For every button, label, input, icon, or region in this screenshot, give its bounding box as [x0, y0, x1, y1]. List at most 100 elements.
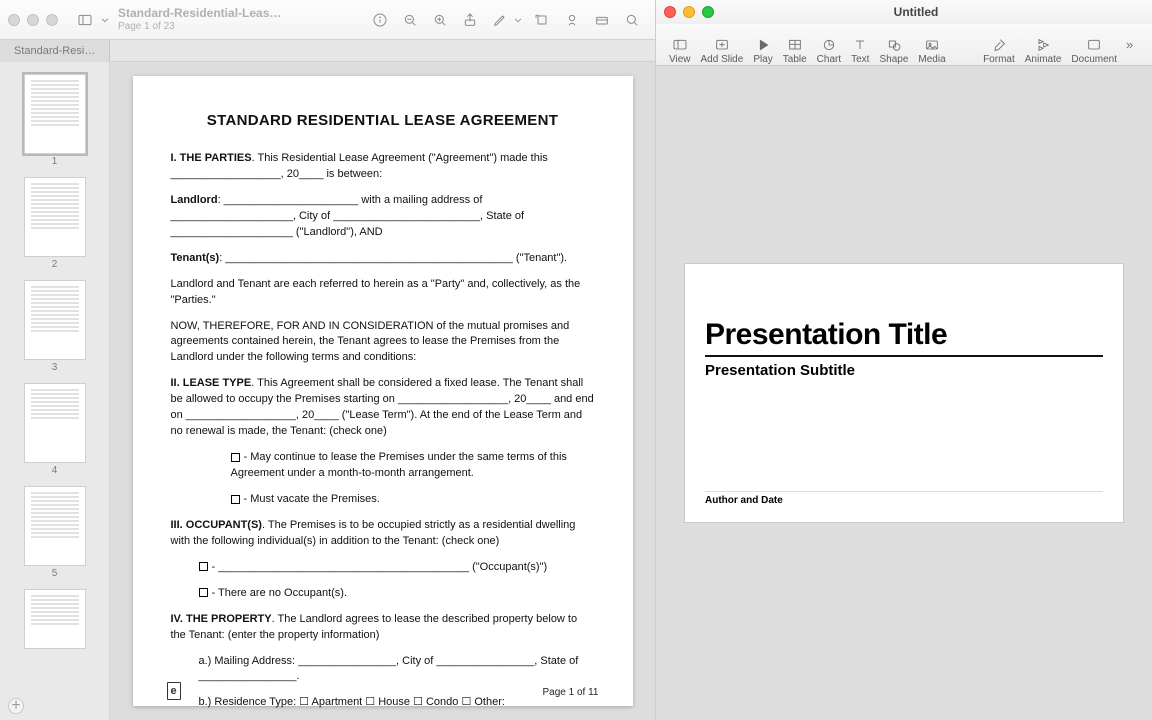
play-icon: [754, 37, 772, 53]
thumbnail-3[interactable]: [24, 280, 86, 360]
chart-icon: [820, 37, 838, 53]
author-date[interactable]: Author and Date: [705, 491, 1103, 506]
info-button[interactable]: [367, 7, 393, 33]
highlighter-icon: [564, 12, 580, 28]
zoom-out-icon: [402, 12, 418, 28]
text-icon: [851, 37, 869, 53]
checkbox-icon: [199, 562, 208, 571]
close-dot[interactable]: [8, 14, 20, 26]
prop-a: a.) Mailing Address: ________________, C…: [199, 654, 595, 686]
add-slide-button[interactable]: Add Slide: [701, 25, 744, 65]
thumb-num: 3: [0, 362, 109, 373]
media-button[interactable]: Media: [918, 25, 945, 65]
now-para: NOW, THEREFORE, FOR AND IN CONSIDERATION…: [171, 319, 595, 367]
minimize-dot[interactable]: [27, 14, 39, 26]
text-button[interactable]: Text: [851, 25, 869, 65]
minimize-dot[interactable]: [683, 6, 695, 18]
sidebar-icon: [77, 12, 93, 28]
keynote-toolbar: View Add Slide Play Table Chart Text Sha…: [656, 24, 1152, 66]
animate-button[interactable]: Animate: [1025, 25, 1062, 65]
share-icon: [462, 12, 478, 28]
esign-icon: e: [167, 682, 181, 700]
title-box[interactable]: Presentation Title: [705, 318, 1103, 357]
thumb-num: 2: [0, 259, 109, 270]
zoom-dot[interactable]: [702, 6, 714, 18]
section-occupants: III. OCCUPANT(S). The Premises is to be …: [171, 518, 595, 550]
section-parties: I. THE PARTIES. This Residential Lease A…: [171, 151, 595, 183]
plus-icon: [713, 37, 731, 53]
window-controls[interactable]: [664, 6, 714, 18]
thumbnail-1[interactable]: [24, 74, 86, 154]
checkbox-icon: [231, 453, 240, 462]
landlord-line: Landlord: ______________________ with a …: [171, 193, 595, 241]
pdf-tab-bar: Standard-Resi…: [0, 40, 655, 62]
footer-page-number: Page 1 of 11: [543, 687, 599, 698]
thumbnail-2[interactable]: [24, 177, 86, 257]
thumb-num: 5: [0, 568, 109, 579]
sidebar-toggle-button[interactable]: [72, 7, 98, 33]
add-page-button[interactable]: +: [8, 698, 24, 714]
pdf-titlebar: Standard-Residential-Leas… Page 1 of 23: [0, 0, 655, 40]
view-button[interactable]: View: [669, 25, 691, 65]
thumbnail-sidebar[interactable]: 1 2 3 4 5 +: [0, 62, 110, 720]
zoom-out-button[interactable]: [397, 7, 423, 33]
highlight-button[interactable]: [559, 7, 585, 33]
slide[interactable]: Presentation Title Presentation Subtitle…: [685, 264, 1123, 522]
markup-button[interactable]: [487, 7, 513, 33]
section-property: IV. THE PROPERTY. The Landlord agrees to…: [171, 612, 595, 644]
info-icon: [372, 12, 388, 28]
pdf-page-indicator: Page 1 of 23: [118, 21, 365, 32]
thumbnail-6[interactable]: [24, 589, 86, 649]
prop-b: b.) Residence Type: ☐ Apartment ☐ House …: [199, 695, 595, 720]
presentation-subtitle[interactable]: Presentation Subtitle: [705, 362, 1103, 379]
play-button[interactable]: Play: [753, 25, 772, 65]
zoom-in-button[interactable]: [427, 7, 453, 33]
document-button[interactable]: Document: [1071, 25, 1117, 65]
occ-opt1: - ______________________________________…: [199, 560, 595, 576]
thumbnail-4[interactable]: [24, 383, 86, 463]
search-icon: [624, 12, 640, 28]
pencil-icon: [492, 12, 508, 28]
pdf-window-title: Standard-Residential-Leas…: [118, 7, 365, 20]
animate-icon: [1034, 37, 1052, 53]
pdf-viewer-window: Standard-Residential-Leas… Page 1 of 23 …: [0, 0, 656, 720]
lease-opt2: - Must vacate the Premises.: [231, 492, 595, 508]
thumb-num: 4: [0, 465, 109, 476]
shape-icon: [885, 37, 903, 53]
keynote-window: Untitled View Add Slide Play Table Chart…: [656, 0, 1152, 720]
more-button[interactable]: »: [1126, 37, 1144, 52]
thumb-num: 1: [0, 156, 109, 167]
occ-opt2: - There are no Occupant(s).: [199, 586, 595, 602]
keynote-window-title: Untitled: [726, 5, 1106, 19]
pdf-page: STANDARD RESIDENTIAL LEASE AGREEMENT I. …: [133, 76, 633, 706]
keynote-titlebar: Untitled: [656, 0, 1152, 24]
presentation-title[interactable]: Presentation Title: [705, 318, 1103, 352]
chevron-right-icon: »: [1126, 37, 1133, 52]
thumbnail-5[interactable]: [24, 486, 86, 566]
markup-menu-button[interactable]: [511, 7, 525, 33]
signature-icon: [594, 12, 610, 28]
page-pane[interactable]: STANDARD RESIDENTIAL LEASE AGREEMENT I. …: [110, 62, 655, 720]
share-button[interactable]: [457, 7, 483, 33]
slide-canvas[interactable]: Presentation Title Presentation Subtitle…: [656, 66, 1152, 720]
window-controls[interactable]: [8, 14, 58, 26]
chart-button[interactable]: Chart: [817, 25, 841, 65]
zoom-dot[interactable]: [46, 14, 58, 26]
rotate-button[interactable]: [529, 7, 555, 33]
title-block: Standard-Residential-Leas… Page 1 of 23: [118, 7, 365, 31]
sidebar-menu-button[interactable]: [98, 7, 112, 33]
media-icon: [923, 37, 941, 53]
table-icon: [786, 37, 804, 53]
rotate-icon: [534, 12, 550, 28]
shape-button[interactable]: Shape: [879, 25, 908, 65]
search-button[interactable]: [619, 7, 645, 33]
format-button[interactable]: Format: [983, 25, 1015, 65]
form-button[interactable]: [589, 7, 615, 33]
checkbox-icon: [199, 588, 208, 597]
parties-para: Landlord and Tenant are each referred to…: [171, 277, 595, 309]
close-dot[interactable]: [664, 6, 676, 18]
table-button[interactable]: Table: [783, 25, 807, 65]
pdf-tab[interactable]: Standard-Resi…: [0, 40, 110, 62]
tenant-line: Tenant(s): _____________________________…: [171, 251, 595, 267]
view-icon: [671, 37, 689, 53]
